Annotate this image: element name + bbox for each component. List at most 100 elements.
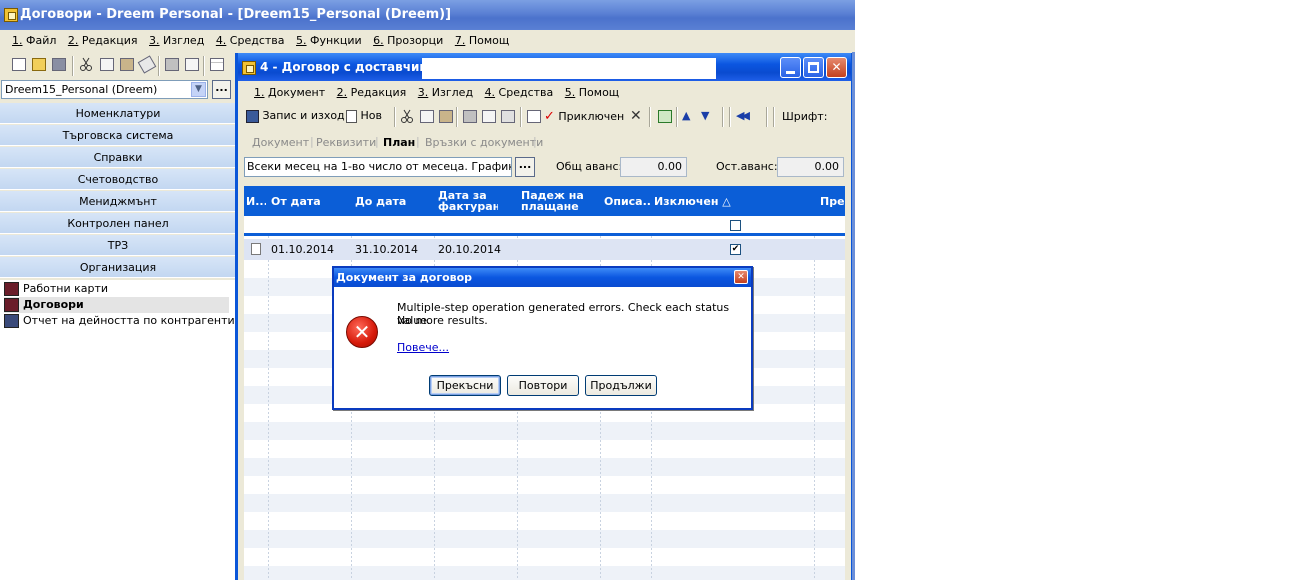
minimize-button[interactable] — [780, 57, 801, 78]
toolbar-separator — [773, 107, 775, 127]
close-icon[interactable]: ✕ — [734, 270, 748, 284]
maximize-button[interactable] — [803, 57, 824, 78]
new-icon[interactable] — [10, 56, 28, 74]
nav-section-accounting[interactable]: Счетоводство — [0, 169, 236, 190]
contract-window-title: 4 - Договор с доставчик - — [260, 60, 437, 74]
tab-divider: | — [533, 135, 537, 148]
app-icon — [242, 61, 256, 75]
col-header-index[interactable]: И... — [246, 186, 266, 216]
menu-tools[interactable]: 4. Средства — [212, 30, 289, 52]
tree-item-work-cards[interactable]: Работни карти — [4, 281, 229, 297]
tree-item-activity-report[interactable]: Отчет на дейността по контрагенти — [4, 313, 235, 329]
print-icon[interactable] — [163, 56, 181, 74]
nav-section-trade-system[interactable]: Търговска система — [0, 125, 236, 146]
nav-section-nomenclatures[interactable]: Номенклатури — [0, 103, 236, 124]
main-toolbar — [0, 54, 236, 78]
menu-windows[interactable]: 6. Прозорци — [369, 30, 447, 52]
preview-icon[interactable] — [480, 108, 498, 126]
col-header-from-date[interactable]: От дата — [271, 186, 349, 216]
print-icon[interactable] — [461, 108, 479, 126]
cut-icon[interactable] — [78, 56, 96, 74]
chevron-down-icon[interactable]: ▼ — [191, 82, 206, 97]
cell-from-date: 01.10.2014 — [271, 243, 334, 256]
grid-filter-row — [244, 216, 845, 236]
menu-help[interactable]: 5. Помощ — [561, 82, 623, 104]
company-browse-button[interactable]: ... — [212, 80, 231, 99]
continue-button[interactable]: Продължи — [585, 375, 657, 396]
menu-edit[interactable]: 2. Редакция — [64, 30, 142, 52]
menu-tools[interactable]: 4. Средства — [481, 82, 558, 104]
closed-toggle[interactable]: ✓ Приключен — [544, 109, 624, 124]
contract-title-input[interactable] — [422, 58, 716, 79]
report-icon — [4, 282, 19, 296]
toolbar-separator — [394, 107, 396, 127]
delete-icon[interactable]: ✕ — [630, 108, 642, 124]
eraser-icon[interactable] — [137, 55, 157, 74]
schedule-field[interactable]: Всеки месец на 1-во число от месеца. Гра… — [244, 157, 512, 177]
more-details-link[interactable]: Повече... — [397, 341, 449, 354]
paste-icon[interactable] — [437, 108, 455, 126]
menu-document[interactable]: 1. Документ — [250, 82, 329, 104]
copy-icon[interactable] — [98, 56, 116, 74]
col-header-to-date[interactable]: До дата — [355, 186, 433, 216]
edit-icon[interactable] — [525, 108, 543, 126]
menu-help[interactable]: 7. Помощ — [451, 30, 513, 52]
col-header-invoice-date[interactable]: Дата за фактуране — [438, 186, 498, 216]
layout-icon[interactable] — [208, 56, 226, 74]
tab-document[interactable]: Документ — [252, 135, 309, 151]
retry-button[interactable]: Повтори — [507, 375, 579, 396]
toolbar-separator — [72, 56, 74, 76]
col-header-payment-due[interactable]: Падеж на плащане — [521, 186, 591, 216]
col-header-more[interactable]: Пред — [820, 186, 845, 216]
menu-functions[interactable]: 5. Функции — [292, 30, 366, 52]
tab-plan[interactable]: План — [383, 135, 415, 151]
toolbar-separator — [676, 107, 678, 127]
open-icon[interactable] — [30, 56, 48, 74]
nav-section-payroll[interactable]: ТРЗ — [0, 235, 236, 256]
arrow-up-icon[interactable]: ▲ — [682, 109, 690, 122]
table-row[interactable]: 01.10.2014 31.10.2014 20.10.2014 ✔ — [244, 239, 845, 260]
col-header-description[interactable]: Описа... — [604, 186, 650, 216]
menu-file[interactable]: 1. Файл — [8, 30, 60, 52]
copy-icon[interactable] — [418, 108, 436, 126]
new-document-icon — [346, 109, 357, 123]
attach-icon[interactable] — [499, 108, 517, 126]
menu-view[interactable]: 3. Изглед — [145, 30, 208, 52]
new-button[interactable]: Нов — [346, 109, 382, 123]
first-record-icon[interactable]: ◀◀ — [736, 109, 750, 122]
save-icon[interactable] — [50, 56, 68, 74]
nav-section-reports[interactable]: Справки — [0, 147, 236, 168]
nav-section-management[interactable]: Мениджмънт — [0, 191, 236, 212]
excluded-checkbox[interactable]: ✔ — [730, 244, 741, 255]
menu-edit[interactable]: 2. Редакция — [333, 82, 411, 104]
close-button[interactable]: ✕ — [826, 57, 847, 78]
tree-item-contracts[interactable]: Договори — [4, 297, 229, 313]
toolbar-separator — [729, 107, 731, 127]
error-dialog: Документ за договор ✕ ✕ Multiple-step op… — [332, 266, 753, 410]
contract-menubar: 1. Документ 2. Редакция 3. Изглед 4. Сре… — [250, 82, 850, 104]
refresh-icon[interactable] — [656, 108, 674, 126]
cell-to-date: 31.10.2014 — [355, 243, 418, 256]
tab-document-links[interactable]: Връзки с документи — [425, 135, 543, 151]
paste-icon[interactable] — [118, 56, 136, 74]
menu-view[interactable]: 3. Изглед — [414, 82, 477, 104]
nav-section-organization[interactable]: Организация — [0, 257, 236, 278]
company-select[interactable]: Dreem15_Personal (Dreem) ▼ — [1, 80, 208, 99]
excluded-filter-checkbox[interactable] — [730, 220, 741, 231]
report-icon — [4, 314, 19, 328]
cut-icon[interactable] — [399, 108, 417, 126]
abort-button[interactable]: Прекъсни — [429, 375, 501, 396]
remaining-advance-field[interactable]: 0.00 — [777, 157, 844, 177]
col-header-excluded[interactable]: Изключен △ — [654, 186, 754, 216]
toolbar-separator — [520, 107, 522, 127]
schedule-browse-button[interactable]: ... — [515, 157, 535, 177]
nav-section-control-panel[interactable]: Контролен панел — [0, 213, 236, 234]
arrow-down-icon[interactable]: ▼ — [701, 109, 709, 122]
main-menubar: 1. Файл 2. Редакция 3. Изглед 4. Средств… — [8, 30, 848, 52]
preview-icon[interactable] — [183, 56, 201, 74]
save-icon — [246, 109, 259, 123]
total-advance-field[interactable]: 0.00 — [620, 157, 687, 177]
save-exit-button[interactable]: Запис и изход — [246, 109, 345, 123]
toolbar-separator — [649, 107, 651, 127]
tab-requisites[interactable]: Реквизити — [316, 135, 376, 151]
